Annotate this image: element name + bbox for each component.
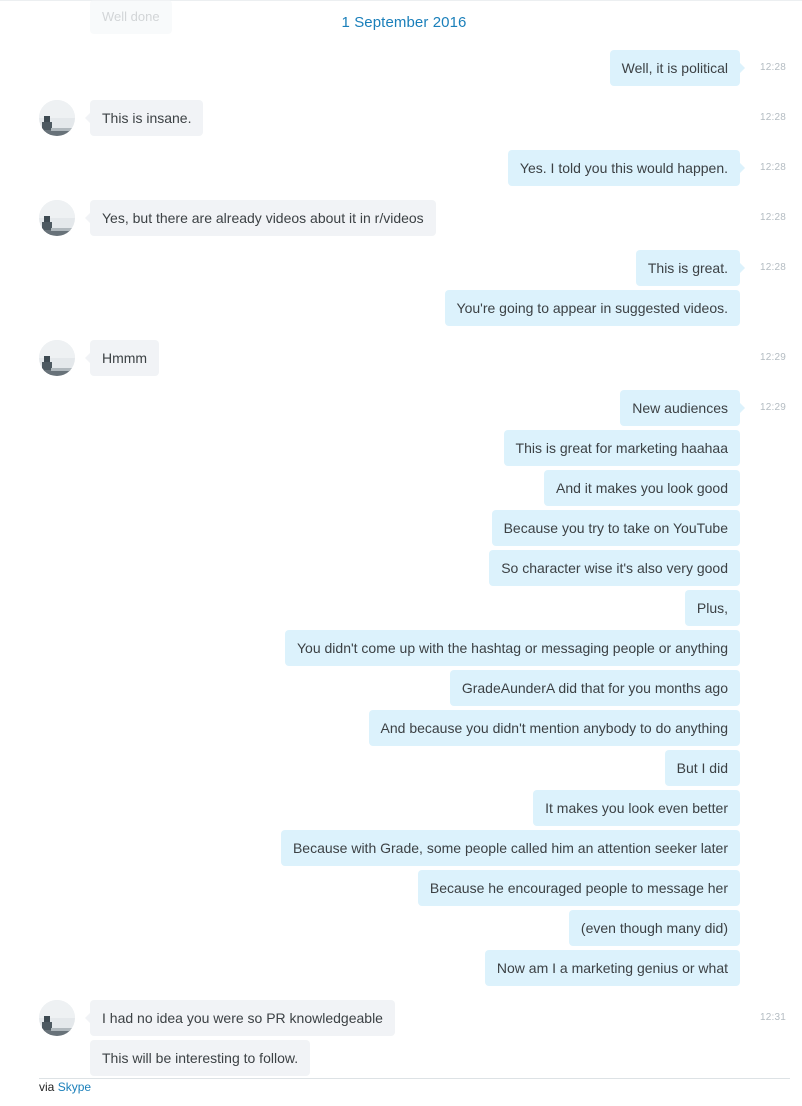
message-row-outgoing: You didn't come up with the hashtag or m… xyxy=(0,630,802,666)
message-bubble[interactable]: So character wise it's also very good xyxy=(489,550,740,586)
contact-avatar[interactable] xyxy=(39,100,75,136)
message-row-outgoing: And it makes you look good xyxy=(0,470,802,506)
message-timestamp: 12:28 xyxy=(760,262,787,273)
message-bubble[interactable]: You're going to appear in suggested vide… xyxy=(444,290,740,326)
message-bubble[interactable]: Hmmm xyxy=(84,340,160,376)
message-bubble[interactable]: (even though many did) xyxy=(568,910,740,946)
message-timestamp: 12:29 xyxy=(760,352,787,363)
message-row-outgoing: But I did xyxy=(0,750,802,786)
message-row-outgoing: Because you try to take on YouTube xyxy=(0,510,802,546)
message-bubble[interactable]: GradeAunderA did that for you months ago xyxy=(449,670,740,706)
message-row-outgoing: This is great for marketing haahaa xyxy=(0,430,802,466)
message-row-outgoing: This is great. 12:28 xyxy=(0,250,802,286)
message-bubble[interactable]: Well, it is political xyxy=(609,50,746,86)
message-timestamp: 12:28 xyxy=(760,212,787,223)
message-timestamp: 12:31 xyxy=(760,1012,787,1023)
date-header: 1 September 2016 xyxy=(341,14,467,31)
message-row-incoming: I had no idea you were so PR knowledgeab… xyxy=(0,1000,802,1036)
message-bubble[interactable]: Yes, but there are already videos about … xyxy=(85,200,436,236)
message-row-incoming: Hmmm 12:29 xyxy=(0,340,802,376)
message-bubble[interactable]: This will be interesting to follow. xyxy=(90,1040,311,1076)
message-timestamp: 12:28 xyxy=(760,112,787,123)
message-bubble[interactable]: Because he encouraged people to message … xyxy=(417,870,740,906)
contact-avatar[interactable] xyxy=(39,340,75,376)
message-bubble[interactable]: Plus, xyxy=(684,590,740,626)
message-bubble[interactable]: This is great. xyxy=(635,250,746,286)
message-row-outgoing: So character wise it's also very good xyxy=(0,550,802,586)
message-bubble[interactable]: But I did xyxy=(664,750,740,786)
avatar-photo-icon xyxy=(39,100,75,136)
message-bubble[interactable]: It makes you look even better xyxy=(533,790,740,826)
message-bubble[interactable]: You didn't come up with the hashtag or m… xyxy=(285,630,740,666)
message-bubble[interactable]: Now am I a marketing genius or what xyxy=(484,950,740,986)
message-row-outgoing: Because with Grade, some people called h… xyxy=(0,830,802,866)
message-row-outgoing: Well, it is political 12:28 xyxy=(0,50,802,86)
skype-link[interactable]: Skype xyxy=(58,1080,91,1094)
message-bubble[interactable]: Because with Grade, some people called h… xyxy=(280,830,740,866)
message-row-outgoing: Plus, xyxy=(0,590,802,626)
message-bubble[interactable]: New audiences xyxy=(620,390,745,426)
message-bubble[interactable]: Because you try to take on YouTube xyxy=(491,510,740,546)
avatar-photo-icon xyxy=(39,340,75,376)
avatar-photo-icon xyxy=(39,1000,75,1036)
footer-divider xyxy=(39,1078,790,1079)
message-row-outgoing: Now am I a marketing genius or what xyxy=(0,950,802,986)
message-bubble[interactable]: And it makes you look good xyxy=(544,470,740,506)
contact-avatar[interactable] xyxy=(39,1000,75,1036)
message-bubble[interactable]: And because you didn't mention anybody t… xyxy=(368,710,740,746)
message-bubble[interactable]: This is great for marketing haahaa xyxy=(503,430,740,466)
message-row-outgoing: And because you didn't mention anybody t… xyxy=(0,710,802,746)
message-bubble[interactable]: I had no idea you were so PR knowledgeab… xyxy=(85,1000,395,1036)
message-row-outgoing: Yes. I told you this would happen. 12:28 xyxy=(0,150,802,186)
message-timestamp: 12:29 xyxy=(760,402,787,413)
message-row-outgoing: New audiences 12:29 xyxy=(0,390,802,426)
message-row-incoming: Yes, but there are already videos about … xyxy=(0,200,802,236)
message-row-outgoing: Because he encouraged people to message … xyxy=(0,870,802,906)
avatar-photo-icon xyxy=(39,200,75,236)
message-row-outgoing: You're going to appear in suggested vide… xyxy=(0,290,802,326)
message-row-incoming: This will be interesting to follow. xyxy=(0,1040,802,1076)
footer-prefix: via xyxy=(39,1080,55,1094)
message-bubble[interactable]: Yes. I told you this would happen. xyxy=(507,150,746,186)
message-timestamp: 12:28 xyxy=(760,62,787,73)
footer: via Skype xyxy=(39,1080,91,1094)
message-bubble[interactable]: This is insane. xyxy=(84,100,204,136)
message-row-incoming: This is insane. 12:28 xyxy=(0,100,802,136)
message-timestamp: 12:28 xyxy=(760,162,787,173)
contact-avatar[interactable] xyxy=(39,200,75,236)
message-row-outgoing: (even though many did) xyxy=(0,910,802,946)
message-row-outgoing: GradeAunderA did that for you months ago xyxy=(0,670,802,706)
message-row-outgoing: It makes you look even better xyxy=(0,790,802,826)
